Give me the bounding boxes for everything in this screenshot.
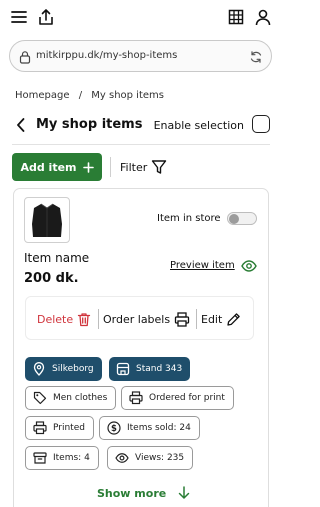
page-title: My shop items	[36, 117, 143, 132]
hamburger-menu-icon[interactable]	[8, 6, 30, 28]
edit-button[interactable]: Edit	[201, 311, 241, 327]
show-more-label: Show more	[97, 486, 167, 500]
breadcrumb-separator: /	[78, 90, 83, 101]
pencil-icon	[227, 312, 241, 326]
printer-icon	[33, 421, 47, 435]
address-bar[interactable]: mitkirppu.dk/my-shop-items	[9, 40, 272, 72]
views-chip-label: Views: 235	[135, 453, 185, 463]
printed-chip-label: Printed	[53, 423, 85, 433]
add-item-button[interactable]: Add item	[12, 153, 102, 181]
views-chip: Views: 235	[107, 446, 194, 470]
toggle-knob	[229, 214, 239, 224]
item-actions-bar: Delete Order labels Edit	[25, 296, 254, 340]
filter-button[interactable]: Filter	[120, 158, 167, 176]
store-icon	[116, 362, 130, 376]
delete-label: Delete	[37, 312, 74, 326]
enable-selection-checkbox[interactable]	[252, 115, 270, 133]
user-account-icon[interactable]	[252, 6, 274, 28]
arrow-down-icon	[178, 486, 190, 499]
action-separator	[98, 309, 99, 329]
eye-icon[interactable]	[241, 258, 257, 272]
item-in-store-label: Item in store	[157, 213, 221, 224]
location-chip: Silkeborg	[25, 357, 102, 381]
edit-label: Edit	[201, 312, 223, 326]
lock-icon	[18, 49, 32, 64]
dollar-coin-icon: $	[107, 421, 121, 435]
breadcrumb-current: My shop items	[91, 90, 164, 101]
filter-label: Filter	[120, 160, 148, 174]
archive-box-icon	[33, 451, 47, 465]
filter-funnel-icon	[152, 160, 167, 174]
breadcrumb: Homepage / My shop items	[15, 90, 170, 101]
items-sold-chip-label: Items sold: 24	[127, 423, 191, 433]
printer-icon	[174, 311, 190, 327]
ordered-for-print-chip: Ordered for print	[121, 386, 234, 410]
share-icon[interactable]	[35, 6, 57, 28]
show-more-button[interactable]: Show more	[97, 486, 190, 500]
trash-icon	[78, 312, 91, 326]
item-in-store-toggle[interactable]	[227, 212, 257, 225]
category-chip-label: Men clothes	[53, 393, 108, 403]
enable-selection-label: Enable selection	[153, 119, 244, 132]
header-divider	[12, 144, 270, 145]
tag-icon	[33, 391, 47, 405]
eye-icon	[115, 451, 129, 465]
printer-icon	[129, 391, 143, 405]
browser-topbar	[0, 0, 282, 34]
category-chip: Men clothes	[25, 386, 117, 410]
reload-icon[interactable]	[249, 49, 263, 63]
add-item-label: Add item	[20, 160, 77, 174]
order-labels-button[interactable]: Order labels	[103, 311, 190, 327]
preview-item-link[interactable]: Preview item	[170, 260, 235, 271]
stand-chip-label: Stand 343	[136, 364, 183, 374]
ordered-for-print-chip-label: Ordered for print	[149, 393, 225, 403]
delete-button[interactable]: Delete	[37, 311, 91, 327]
plus-icon	[82, 161, 94, 173]
printed-chip: Printed	[25, 416, 94, 440]
items-count-chip: Items: 4	[25, 446, 99, 470]
action-separator	[196, 309, 197, 329]
items-count-chip-label: Items: 4	[53, 453, 90, 463]
stand-chip: Stand 343	[109, 357, 191, 381]
order-labels-label: Order labels	[103, 312, 171, 326]
location-pin-icon	[32, 362, 46, 376]
location-chip-label: Silkeborg	[52, 364, 94, 374]
page-header: My shop items Enable selection	[15, 114, 270, 136]
grid-icon[interactable]	[225, 6, 247, 28]
address-url: mitkirppu.dk/my-shop-items	[36, 50, 178, 61]
item-thumbnail[interactable]	[24, 197, 70, 243]
toolbar-separator	[110, 157, 111, 177]
item-price: 200 dk.	[24, 271, 79, 286]
shop-item-card: Item in store Item name Preview item 200…	[13, 188, 269, 507]
breadcrumb-home-link[interactable]: Homepage	[15, 90, 70, 101]
back-arrow-icon[interactable]	[15, 117, 27, 133]
jacket-image-icon	[32, 203, 62, 237]
item-name: Item name	[24, 251, 90, 265]
svg-text:$: $	[111, 424, 117, 434]
items-sold-chip: $ Items sold: 24	[99, 416, 200, 440]
